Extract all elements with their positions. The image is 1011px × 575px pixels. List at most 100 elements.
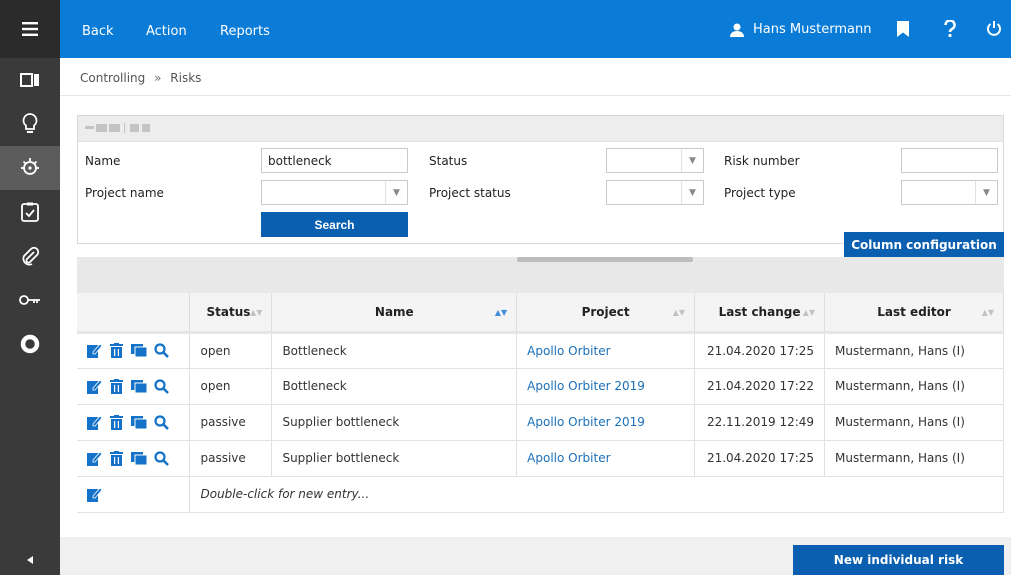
table-row[interactable]: passive Supplier bottleneck Apollo Orbit… xyxy=(77,440,1004,477)
project-type-select[interactable]: ▼ xyxy=(901,180,998,205)
sidebar-item-risks[interactable] xyxy=(0,146,60,190)
project-link[interactable]: Apollo Orbiter xyxy=(516,330,696,369)
two-column-layout-icon[interactable] xyxy=(109,124,120,132)
breadcrumb-separator: » xyxy=(154,71,162,85)
project-status-select[interactable]: ▼ xyxy=(606,180,704,205)
name-input[interactable]: bottleneck xyxy=(261,148,408,173)
delete-filter-icon[interactable] xyxy=(142,124,150,132)
bookmark-icon[interactable] xyxy=(897,21,909,37)
project-link[interactable]: Apollo Orbiter 2019 xyxy=(516,404,696,441)
top-header: Back Action Reports Hans Mustermann xyxy=(60,0,1011,58)
filter-panel: Name bottleneck Project name ▼ Search St… xyxy=(77,115,1004,244)
column-header-project[interactable]: Project ▲▼ xyxy=(516,293,696,333)
risk-icon xyxy=(21,158,39,175)
cell-last-change: 21.04.2020 17:22 xyxy=(694,368,826,405)
delete-icon[interactable] xyxy=(109,378,123,394)
cell-name: Bottleneck xyxy=(271,368,518,405)
collapse-layout-icon[interactable] xyxy=(85,126,94,129)
column-header-status[interactable]: Status ▲▼ xyxy=(189,293,273,333)
column-header-last-editor[interactable]: Last editor ▲▼ xyxy=(824,293,1004,333)
project-type-label: Project type xyxy=(724,186,796,200)
risk-number-input[interactable] xyxy=(901,148,998,173)
table-header-row: Status ▲▼ Name ▲▼ Project ▲▼ Last change ▲▼ … xyxy=(77,293,1004,333)
search-button[interactable]: Search xyxy=(261,212,408,237)
new-individual-risk-button[interactable]: New individual risk xyxy=(793,545,1004,575)
sidebar-item-tasks[interactable] xyxy=(0,190,60,234)
nav-back[interactable]: Back xyxy=(82,24,114,39)
checklist-icon xyxy=(21,202,39,222)
sidebar-item-support[interactable] xyxy=(0,322,60,366)
sidebar-item-attachments[interactable] xyxy=(0,234,60,278)
filter-toolbar xyxy=(78,116,1003,142)
search-icon[interactable] xyxy=(154,414,170,430)
save-filter-icon[interactable] xyxy=(130,124,139,132)
delete-icon[interactable] xyxy=(109,343,123,358)
row-actions xyxy=(77,440,191,477)
sidebar-item-tiles[interactable] xyxy=(0,58,60,102)
risks-table: Status ▲▼ Name ▲▼ Project ▲▼ Last change ▲▼ … xyxy=(77,293,1004,513)
edit-icon[interactable] xyxy=(87,486,102,502)
sidebar-menu-button[interactable] xyxy=(0,0,60,58)
cell-status: passive xyxy=(189,404,273,441)
copy-icon[interactable] xyxy=(130,451,147,465)
copy-icon[interactable] xyxy=(130,415,147,429)
project-name-select[interactable]: ▼ xyxy=(261,180,408,205)
chevron-down-icon: ▼ xyxy=(681,181,703,204)
row-actions xyxy=(77,476,191,513)
grid-toolbar xyxy=(77,257,1004,293)
help-icon[interactable] xyxy=(944,20,956,38)
paperclip-icon xyxy=(22,246,40,266)
breadcrumb-item-controlling[interactable]: Controlling xyxy=(80,71,145,85)
nav-action[interactable]: Action xyxy=(146,24,187,39)
user-name: Hans Mustermann xyxy=(753,22,872,37)
cell-status: passive xyxy=(189,440,273,477)
project-link[interactable]: Apollo Orbiter 2019 xyxy=(516,368,696,405)
breadcrumb-divider xyxy=(60,95,1011,96)
menu-icon xyxy=(22,22,38,36)
edit-icon[interactable] xyxy=(87,343,102,358)
new-entry-row[interactable]: Double-click for new entry... xyxy=(77,476,1004,513)
search-icon[interactable] xyxy=(154,343,170,358)
cell-last-editor: Mustermann, Hans (I) xyxy=(824,368,1004,405)
nav-reports[interactable]: Reports xyxy=(220,24,270,39)
sidebar-item-ideas[interactable] xyxy=(0,102,60,146)
sidebar-collapse-button[interactable] xyxy=(0,545,60,575)
cell-name: Bottleneck xyxy=(271,330,518,369)
delete-icon[interactable] xyxy=(109,450,123,466)
row-actions xyxy=(77,404,191,441)
edit-icon[interactable] xyxy=(87,450,102,466)
user-menu[interactable]: Hans Mustermann xyxy=(729,22,871,37)
edit-icon[interactable] xyxy=(87,414,102,430)
search-icon[interactable] xyxy=(154,450,170,466)
edit-icon[interactable] xyxy=(87,378,102,394)
cell-last-editor: Mustermann, Hans (I) xyxy=(824,330,1004,369)
collapse-arrow-icon xyxy=(27,556,33,564)
table-row[interactable]: open Bottleneck Apollo Orbiter 2019 21.0… xyxy=(77,368,1004,405)
cell-name: Supplier bottleneck xyxy=(271,404,518,441)
column-header-last-change[interactable]: Last change ▲▼ xyxy=(694,293,826,333)
sidebar-item-access[interactable] xyxy=(0,278,60,322)
search-icon[interactable] xyxy=(154,378,170,394)
table-row[interactable]: open Bottleneck Apollo Orbiter 21.04.202… xyxy=(77,330,1004,369)
sidebar xyxy=(0,0,60,575)
panel-resize-handle[interactable] xyxy=(517,257,693,262)
chevron-down-icon: ▼ xyxy=(975,181,997,204)
power-icon[interactable] xyxy=(986,20,1002,37)
sort-icon: ▲▼ xyxy=(672,308,686,317)
column-header-name[interactable]: Name ▲▼ xyxy=(271,293,518,333)
toolbar-divider xyxy=(124,123,125,133)
cell-status: open xyxy=(189,330,273,369)
lightbulb-icon xyxy=(22,113,38,133)
status-select[interactable]: ▼ xyxy=(606,148,704,173)
copy-icon[interactable] xyxy=(130,379,147,393)
single-column-layout-icon[interactable] xyxy=(96,124,107,132)
lifebuoy-icon xyxy=(20,334,40,354)
cell-status: open xyxy=(189,368,273,405)
copy-icon[interactable] xyxy=(130,344,147,357)
column-configuration-button[interactable]: Column configuration xyxy=(844,232,1004,257)
sort-icon: ▲▼ xyxy=(981,308,994,317)
project-link[interactable]: Apollo Orbiter xyxy=(516,440,696,477)
table-row[interactable]: passive Supplier bottleneck Apollo Orbit… xyxy=(77,404,1004,441)
delete-icon[interactable] xyxy=(109,414,123,430)
tiles-icon xyxy=(20,73,39,87)
